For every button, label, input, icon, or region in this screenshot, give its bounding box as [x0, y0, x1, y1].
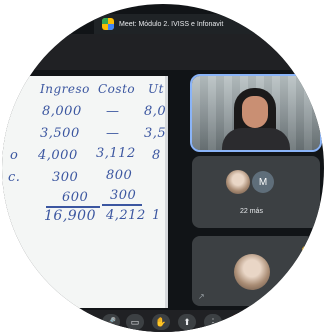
mic-button[interactable]: 🎤: [102, 314, 120, 330]
total-ut: 1: [152, 208, 161, 223]
meet-top-bar: [2, 34, 324, 70]
header-costo: Costo: [98, 82, 136, 96]
participant-tile-speaker[interactable]: ✥: [190, 74, 322, 152]
more-participants-label: 22 más: [240, 208, 263, 215]
speaker-body: [222, 128, 290, 150]
end-call-button[interactable]: ☎: [230, 314, 252, 330]
browser-tab[interactable]: Meet: Módulo 2. IVISS e Infonavit: [94, 14, 274, 34]
meet-window: Meet: Módulo 2. IVISS e Infonavit Ingres…: [2, 4, 324, 332]
total-costo: 4,212: [106, 208, 146, 223]
row3-label: o: [10, 148, 19, 163]
row5-ingreso: 600: [62, 190, 89, 205]
hand-icon: ✋: [300, 246, 310, 255]
participant-photo-avatar: [234, 254, 270, 290]
present-button[interactable]: ⬆: [178, 314, 196, 330]
expand-icon: ↗: [198, 292, 205, 301]
row1-costo: —: [106, 104, 120, 119]
participant-tile-3[interactable]: ✋ ↗: [192, 236, 314, 306]
more-options-button[interactable]: ⋮: [204, 314, 222, 330]
pin-icon[interactable]: ✥: [304, 80, 316, 92]
raise-hand-button[interactable]: ✋: [152, 314, 170, 330]
row3-ingreso: 4,000: [38, 148, 78, 163]
row2-ingreso: 3,500: [40, 126, 80, 141]
row5-costo: 300: [110, 188, 137, 203]
row2-costo: —: [106, 126, 120, 141]
row4-label: c.: [8, 170, 21, 185]
google-meet-icon: [102, 18, 114, 30]
row3-ut: 8: [152, 148, 161, 163]
row1-ut: 8,0: [144, 104, 167, 119]
row2-ut: 3,5: [144, 126, 167, 141]
row4-costo: 800: [106, 168, 133, 183]
row1-ingreso: 8,000: [42, 104, 82, 119]
total-underline-costo: [102, 204, 142, 206]
avatar-letter: M: [252, 171, 274, 193]
shared-screen-whiteboard: Ingreso Costo Ut 8,000 — 8,0 3,500 — 3,5…: [2, 76, 168, 308]
speaker-face: [242, 96, 268, 128]
tab-title: Meet: Módulo 2. IVISS e Infonavit: [119, 20, 224, 28]
header-ut: Ut: [148, 82, 164, 96]
participant-tile-more[interactable]: M 22 más: [192, 156, 320, 228]
camera-button[interactable]: ▭: [126, 314, 144, 330]
total-ingreso: 16,900: [44, 208, 96, 224]
header-ingreso: Ingreso: [40, 82, 90, 96]
row3-costo: 3,112: [96, 146, 136, 161]
row4-ingreso: 300: [52, 170, 79, 185]
avatar-photo: [226, 170, 250, 194]
